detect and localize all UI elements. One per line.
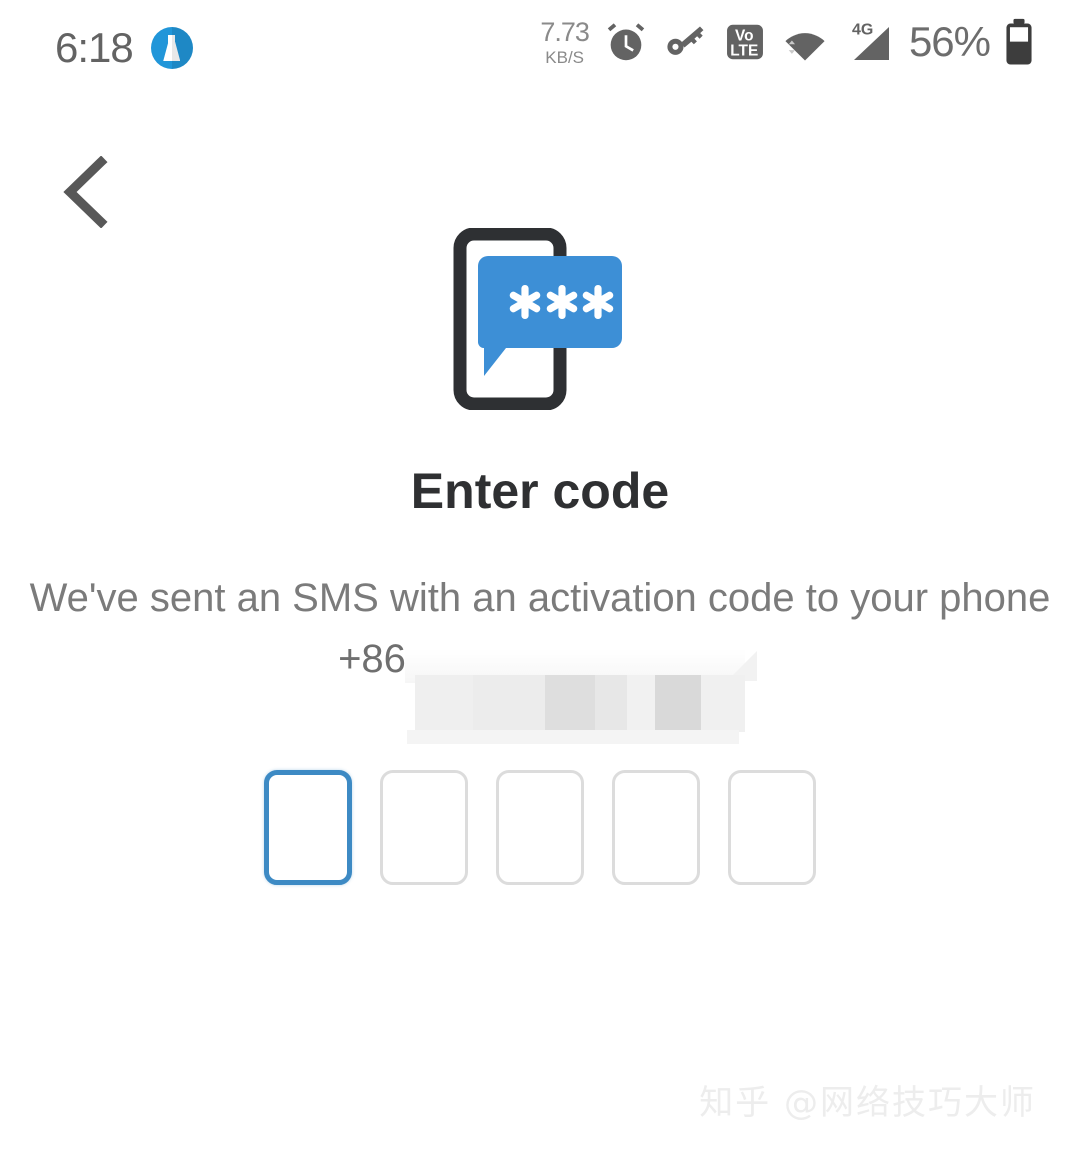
status-bar-clock: 6:18 xyxy=(55,24,134,71)
network-speed-unit: KB/S xyxy=(545,47,585,67)
otp-input-row xyxy=(0,770,1080,885)
svg-text:LTE: LTE xyxy=(730,43,758,60)
phone-number-prefix: +86 xyxy=(338,636,406,681)
asterisk-glyphs xyxy=(509,285,614,319)
back-button[interactable] xyxy=(42,148,130,236)
flask-icon xyxy=(150,27,193,69)
page-title: Enter code xyxy=(410,463,670,519)
phone-number-row: +86 xyxy=(0,628,1080,744)
wifi-icon xyxy=(781,20,829,64)
sms-code-illustration xyxy=(0,228,1080,410)
key-icon xyxy=(663,19,709,65)
watermark: 知乎 @网络技巧大师 xyxy=(699,1083,1036,1123)
otp-digit-box-4[interactable] xyxy=(612,770,700,885)
description-text: We've sent an SMS with an activation cod… xyxy=(29,576,1051,620)
phone-screen: 6:18 7.73 KB/S Vo LTE 4G 56% Enter code … xyxy=(0,0,1080,1154)
svg-text:4G: 4G xyxy=(852,21,873,38)
battery-percent-label: 56% xyxy=(908,18,991,65)
network-speed-indicator: 7.73 KB/S xyxy=(540,16,590,67)
battery-icon xyxy=(1004,18,1034,66)
chevron-left-icon xyxy=(63,156,108,228)
status-bar-right: 7.73 KB/S Vo LTE 4G 56% xyxy=(540,18,1034,66)
otp-digit-box-5[interactable] xyxy=(728,770,816,885)
phone-number-redaction xyxy=(405,649,757,744)
otp-digit-box-1[interactable] xyxy=(264,770,352,885)
otp-digit-box-3[interactable] xyxy=(496,770,584,885)
status-bar: 6:18 7.73 KB/S Vo LTE 4G 56% xyxy=(0,0,1080,100)
alarm-clock-icon xyxy=(603,19,649,65)
network-speed-value: 7.73 xyxy=(540,16,590,47)
signal-bars-icon: 4G xyxy=(843,18,895,66)
status-bar-left: 6:18 xyxy=(55,24,193,72)
otp-digit-box-2[interactable] xyxy=(380,770,468,885)
description-block: We've sent an SMS with an activation cod… xyxy=(0,570,1080,744)
volte-icon: Vo LTE xyxy=(723,20,767,64)
